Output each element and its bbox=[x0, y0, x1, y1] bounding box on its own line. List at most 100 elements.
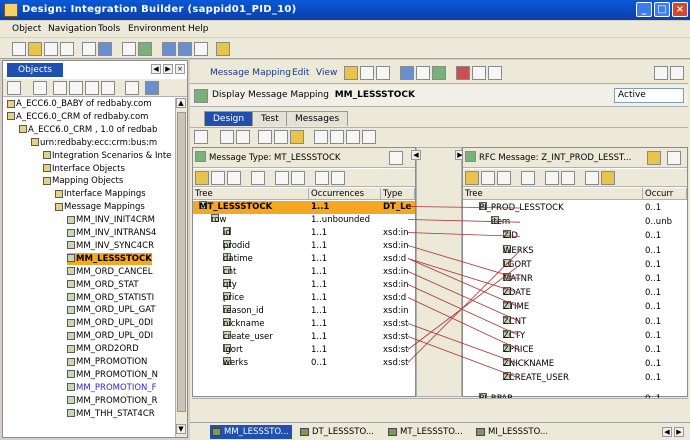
duplicate-icon[interactable] bbox=[82, 42, 96, 56]
tree-item[interactable]: MM_INV_SYNC4CR bbox=[67, 240, 154, 252]
tree-item[interactable]: MM_PROMOTION_R bbox=[67, 395, 158, 407]
open-folder-icon[interactable] bbox=[28, 42, 42, 56]
chevron-left-icon[interactable]: ◀ bbox=[151, 64, 161, 74]
target-row[interactable]: ZDATE 0..1 bbox=[463, 287, 687, 300]
source-filter-icon[interactable] bbox=[251, 171, 265, 185]
menu-navigation[interactable]: Navigation bbox=[48, 24, 97, 34]
copy-icon[interactable] bbox=[44, 42, 58, 56]
bottom-tab-prev-icon[interactable]: ◀ bbox=[662, 427, 672, 437]
target-row[interactable]: ZCTY 0..1 bbox=[463, 329, 687, 343]
tree-item[interactable]: Interface Mappings bbox=[55, 188, 146, 200]
collapse-icon[interactable] bbox=[53, 81, 67, 95]
configure-icon[interactable] bbox=[216, 42, 230, 56]
align-icon[interactable] bbox=[362, 130, 376, 144]
panel-close-icon[interactable]: × bbox=[175, 64, 185, 74]
tree-item[interactable]: Integration Scenarios & Inte bbox=[43, 150, 171, 162]
bottom-tab-dt[interactable]: DT_LESSSTO... bbox=[298, 425, 380, 439]
tree-item[interactable]: MM_INV_INTRANS4 bbox=[67, 227, 156, 239]
layout-icon[interactable] bbox=[346, 130, 360, 144]
copy-object-icon[interactable] bbox=[360, 66, 374, 80]
forward-arrow-icon[interactable] bbox=[178, 42, 192, 56]
grid-icon[interactable] bbox=[220, 130, 234, 144]
tree-item[interactable]: A_ECC6.0_CRM of redbaby.com bbox=[7, 111, 148, 123]
target-context-icon[interactable] bbox=[601, 171, 615, 185]
col-occurrences[interactable]: Occurrences bbox=[309, 188, 381, 200]
tab-design[interactable]: Design bbox=[204, 111, 254, 126]
tree-item[interactable]: MM_ORD_STATISTI bbox=[67, 292, 154, 304]
source-tree-icon[interactable] bbox=[195, 171, 209, 185]
source-duplicate-icon[interactable] bbox=[291, 171, 305, 185]
connect-icon[interactable] bbox=[330, 130, 344, 144]
menu-environment[interactable]: Environment bbox=[128, 24, 185, 34]
pin-icon[interactable] bbox=[654, 66, 668, 80]
tree-item[interactable]: MM_ORD_UPL_0DI bbox=[67, 317, 153, 329]
maximize-button[interactable]: □ bbox=[654, 2, 670, 17]
window-icon[interactable] bbox=[194, 42, 208, 56]
tab-messages[interactable]: Messages bbox=[286, 111, 349, 126]
bottom-tab-mt[interactable]: MT_LESSSTO... bbox=[386, 425, 468, 439]
tree-item[interactable]: MM_ORD_STAT bbox=[67, 279, 139, 291]
menu-object[interactable]: Object bbox=[12, 24, 41, 34]
tree-icon[interactable] bbox=[69, 81, 83, 95]
source-row[interactable]: price 1..1 xsd:d bbox=[193, 292, 415, 305]
bottom-tab-next-icon[interactable]: ▶ bbox=[674, 427, 684, 437]
transport-icon[interactable] bbox=[456, 66, 470, 80]
tree-item[interactable]: MM_THH_STAT4CR bbox=[67, 408, 155, 420]
tree-item[interactable]: MM_LESSSTOCK bbox=[67, 252, 152, 265]
edit-menu[interactable]: Edit bbox=[292, 68, 309, 78]
col-tree[interactable]: Tree bbox=[193, 188, 309, 200]
menu-help[interactable]: Help bbox=[188, 24, 209, 34]
source-row[interactable]: reason_id 1..1 xsd:in bbox=[193, 305, 415, 318]
move-icon[interactable] bbox=[101, 81, 115, 95]
target-row[interactable]: ZNICKNAME 0..1 bbox=[463, 358, 687, 371]
filter-icon[interactable] bbox=[7, 81, 21, 95]
source-row[interactable]: create_user 1..1 xsd:st bbox=[193, 331, 415, 344]
info-icon[interactable] bbox=[400, 66, 414, 80]
target-duplicate-icon[interactable] bbox=[561, 171, 575, 185]
menu-tools[interactable]: Tools bbox=[98, 24, 120, 34]
refresh-icon[interactable] bbox=[138, 42, 152, 56]
history-doc-icon[interactable] bbox=[416, 66, 430, 80]
source-context-icon[interactable] bbox=[331, 171, 345, 185]
target-row[interactable]: ZID 0..1 bbox=[463, 230, 687, 243]
back-arrow-icon[interactable] bbox=[162, 42, 176, 56]
source-row[interactable]: lgort 1..1 xsd:st bbox=[193, 344, 415, 357]
source-move-icon[interactable] bbox=[275, 171, 289, 185]
tree-item[interactable]: MM_ORD_UPL_GAT bbox=[67, 304, 156, 316]
target-row[interactable]: WERKS 0..1 bbox=[463, 244, 687, 258]
scroll-thumb[interactable] bbox=[177, 112, 186, 412]
save-icon[interactable] bbox=[98, 42, 112, 56]
source-options-icon[interactable] bbox=[389, 151, 403, 165]
scroll-down-icon[interactable]: ▼ bbox=[176, 424, 186, 434]
source-row[interactable]: datime 1..1 xsd:d bbox=[193, 253, 415, 266]
source-row[interactable]: qty 1..1 xsd:in bbox=[193, 279, 415, 292]
tree-scrollbar[interactable]: ▲ ▼ bbox=[175, 98, 187, 437]
source-row[interactable]: nickname 1..1 xsd:st bbox=[193, 318, 415, 331]
source-row[interactable]: prodid 1..1 xsd:in bbox=[193, 240, 415, 253]
target-options-icon[interactable] bbox=[667, 151, 681, 165]
source-find-icon[interactable] bbox=[315, 171, 329, 185]
tree-item[interactable]: MM_ORD_CANCEL bbox=[67, 266, 152, 278]
link-icon[interactable] bbox=[314, 130, 328, 144]
source-refresh-icon[interactable] bbox=[227, 171, 241, 185]
print-icon[interactable] bbox=[472, 66, 486, 80]
editor-close-icon[interactable] bbox=[670, 66, 684, 80]
tree-item[interactable]: MM_ORD_UPL_0DI bbox=[67, 330, 153, 342]
target-row[interactable]: ZTIME 0..1 bbox=[463, 301, 687, 314]
view-menu[interactable]: View bbox=[316, 68, 337, 78]
target-tree-icon[interactable] bbox=[465, 171, 479, 185]
source-row[interactable]: id 1..1 xsd:in bbox=[193, 227, 415, 240]
close-button[interactable]: × bbox=[672, 2, 688, 17]
target-row[interactable]: LGORT 0..1 bbox=[463, 258, 687, 272]
tree-item[interactable]: Message Mappings bbox=[55, 201, 145, 213]
scroll-up-icon[interactable]: ▲ bbox=[176, 98, 186, 108]
tree-item[interactable]: A_ECC6.0_BABY of redbaby.com bbox=[7, 98, 151, 110]
target-col-occurrences[interactable]: Occurr bbox=[643, 188, 687, 200]
target-move-icon[interactable] bbox=[545, 171, 559, 185]
tree-item[interactable]: MM_PROMOTION_N bbox=[67, 369, 158, 381]
source-row[interactable]: cnt 1..1 xsd:in bbox=[193, 266, 415, 279]
chevron-right-icon[interactable]: ▶ bbox=[163, 64, 173, 74]
tree-item[interactable]: MM_INV_INIT4CRM bbox=[67, 214, 155, 226]
tree-item[interactable]: Interface Objects bbox=[43, 163, 125, 175]
export-icon[interactable] bbox=[488, 66, 502, 80]
